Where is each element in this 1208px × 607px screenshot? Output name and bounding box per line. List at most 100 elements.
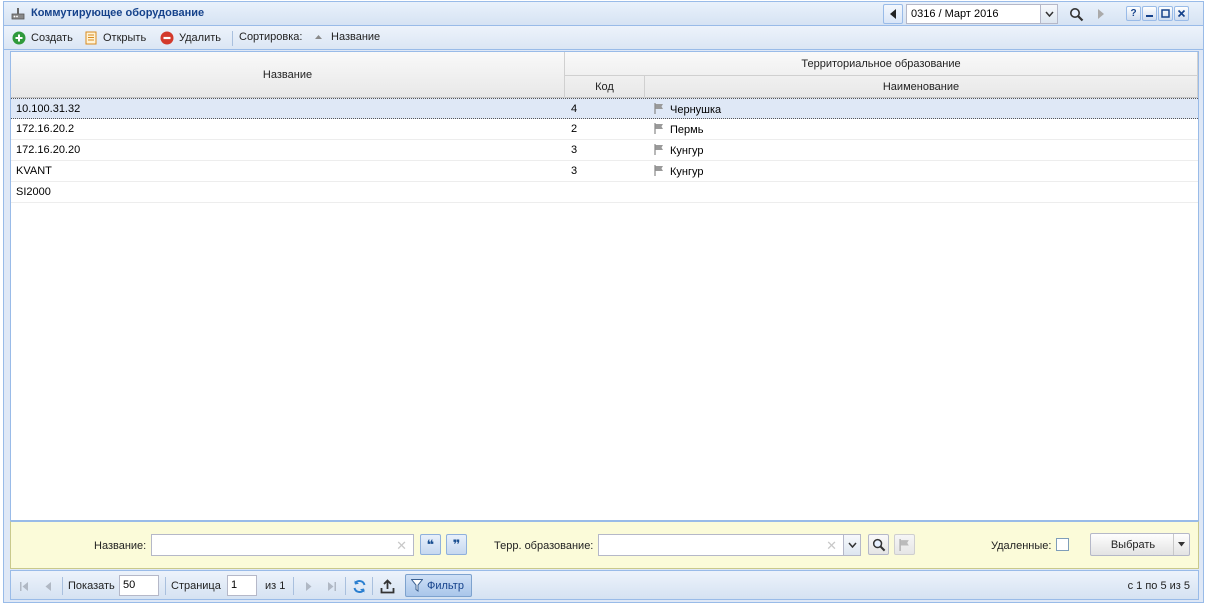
cell-code: 3	[571, 165, 578, 177]
period-navigator: 0316 / Март 2016 ?	[880, 2, 1203, 26]
refresh-button[interactable]	[351, 578, 367, 594]
paging-summary: с 1 по 5 из 5	[1127, 580, 1190, 592]
create-button[interactable]: Создать	[12, 31, 73, 45]
equipment-grid: Название Территориальное образование Код…	[10, 51, 1199, 521]
column-group-territory: Территориальное образование	[565, 52, 1198, 76]
cell-code: 4	[571, 103, 578, 115]
funnel-icon	[411, 579, 423, 592]
delete-button[interactable]: Удалить	[160, 31, 221, 45]
filter-terr-input[interactable]: ✕	[598, 534, 861, 556]
clear-icon[interactable]: ✕	[826, 538, 837, 554]
toolbar: Создать Открыть Удалить Сортировка: Назв…	[4, 26, 1203, 50]
refresh-icon	[353, 579, 365, 593]
period-prev-button[interactable]	[883, 4, 903, 24]
cell-code: 3	[571, 144, 578, 156]
prev-page-icon	[45, 581, 51, 591]
table-row[interactable]: SI2000	[11, 182, 1198, 203]
close-icon	[1177, 9, 1186, 18]
paging-separator	[372, 577, 373, 595]
flag-icon	[654, 123, 663, 134]
cell-territory: Кунгур	[654, 165, 704, 178]
filter-terr-label: Терр. образование:	[494, 540, 594, 552]
open-button[interactable]: Открыть	[84, 31, 146, 45]
help-icon: ?	[1130, 8, 1137, 19]
search-icon	[1069, 7, 1083, 21]
sort-field-label: Название	[331, 31, 381, 43]
arrow-left-icon	[890, 9, 896, 19]
first-page-button[interactable]	[16, 578, 32, 594]
page-size-input[interactable]: 50	[119, 575, 159, 596]
column-header-terr-name[interactable]: Наименование	[645, 76, 1198, 98]
filter-name-input[interactable]: ✕	[151, 534, 414, 556]
clear-icon[interactable]: ✕	[396, 538, 407, 554]
create-label: Создать	[31, 32, 73, 44]
cell-code: 2	[571, 123, 578, 135]
table-row[interactable]: 172.16.20.2 2 Пермь	[11, 119, 1198, 140]
quote-close-icon: ❞	[452, 536, 461, 552]
cell-territory: Пермь	[654, 123, 703, 136]
table-row[interactable]: 172.16.20.20 3 Кунгур	[11, 140, 1198, 161]
close-button[interactable]	[1174, 6, 1189, 21]
chevron-down-icon[interactable]	[1173, 534, 1189, 555]
cell-territory-label: Пермь	[670, 124, 704, 136]
quote-open-button[interactable]: ❝	[420, 534, 441, 555]
page-number-input[interactable]: 1	[227, 575, 257, 596]
period-search-button[interactable]	[1066, 4, 1086, 24]
toolbar-separator	[232, 31, 233, 46]
next-page-icon	[305, 581, 311, 591]
flag-icon	[654, 165, 663, 176]
sort-ascending-icon	[315, 35, 322, 39]
table-row[interactable]: 10.100.31.32 4 Чернушка	[11, 98, 1198, 119]
filter-deleted-label: Удаленные:	[991, 540, 1052, 552]
filter-toggle-button[interactable]: Фильтр	[405, 574, 472, 597]
column-header-code[interactable]: Код	[565, 76, 645, 98]
page-number-value: 1	[231, 579, 238, 591]
page-size-label: Показать	[68, 580, 115, 592]
delete-label: Удалить	[179, 32, 221, 44]
select-button[interactable]: Выбрать	[1090, 533, 1190, 556]
page-count-label: из 1	[265, 580, 286, 592]
next-page-button[interactable]	[300, 578, 316, 594]
terr-flag-button[interactable]	[894, 534, 915, 555]
maximize-button[interactable]	[1158, 6, 1173, 21]
column-header-terr-name-label: Наименование	[882, 81, 960, 93]
period-value: 0316 / Март 2016	[911, 8, 999, 20]
sort-label: Сортировка:	[239, 31, 302, 43]
minimize-button[interactable]	[1142, 6, 1157, 21]
table-row[interactable]: KVANT 3 Кунгур	[11, 161, 1198, 182]
prev-page-button[interactable]	[40, 578, 56, 594]
minimize-icon	[1146, 15, 1153, 17]
column-header-code-label: Код	[595, 81, 614, 93]
chevron-down-icon[interactable]	[843, 535, 860, 555]
period-next-button[interactable]	[1091, 4, 1111, 24]
export-button[interactable]	[379, 578, 395, 594]
column-header-name[interactable]: Название	[11, 52, 565, 98]
quote-close-button[interactable]: ❞	[446, 534, 467, 555]
filter-panel: Название: ✕ ❝ ❞ Терр. образование: ✕ Уда…	[10, 521, 1199, 569]
switch-equipment-icon	[11, 8, 25, 20]
search-icon	[872, 538, 885, 551]
cell-name: SI2000	[16, 186, 51, 198]
period-select[interactable]: 0316 / Март 2016	[906, 4, 1058, 24]
column-header-name-label: Название	[262, 69, 313, 81]
window-title: Коммутирующее оборудование	[31, 7, 205, 19]
last-page-button[interactable]	[323, 578, 339, 594]
maximize-icon	[1161, 9, 1170, 18]
sort-field-button[interactable]: Название	[314, 31, 380, 43]
cell-name: 172.16.20.20	[16, 144, 81, 156]
grid-header: Название Территориальное образование Код…	[11, 52, 1198, 98]
cell-territory-label: Чернушка	[670, 104, 722, 116]
chevron-down-icon[interactable]	[1040, 5, 1057, 23]
cell-name: 172.16.20.2	[16, 123, 75, 135]
cell-territory: Чернушка	[654, 103, 721, 116]
cell-name: 10.100.31.32	[16, 103, 81, 115]
terr-search-button[interactable]	[868, 534, 889, 555]
first-page-icon	[19, 581, 28, 591]
delete-icon	[160, 31, 174, 45]
upload-icon	[380, 578, 394, 593]
help-button[interactable]: ?	[1126, 6, 1141, 21]
sort-label-text: Сортировка:	[239, 31, 303, 43]
deleted-checkbox[interactable]	[1056, 538, 1069, 551]
paging-toolbar: Показать 50 Страница 1 из 1 Фильтр с 1 п…	[10, 570, 1199, 600]
title-bar: Коммутирующее оборудование 0316 / Март 2…	[4, 2, 1203, 26]
